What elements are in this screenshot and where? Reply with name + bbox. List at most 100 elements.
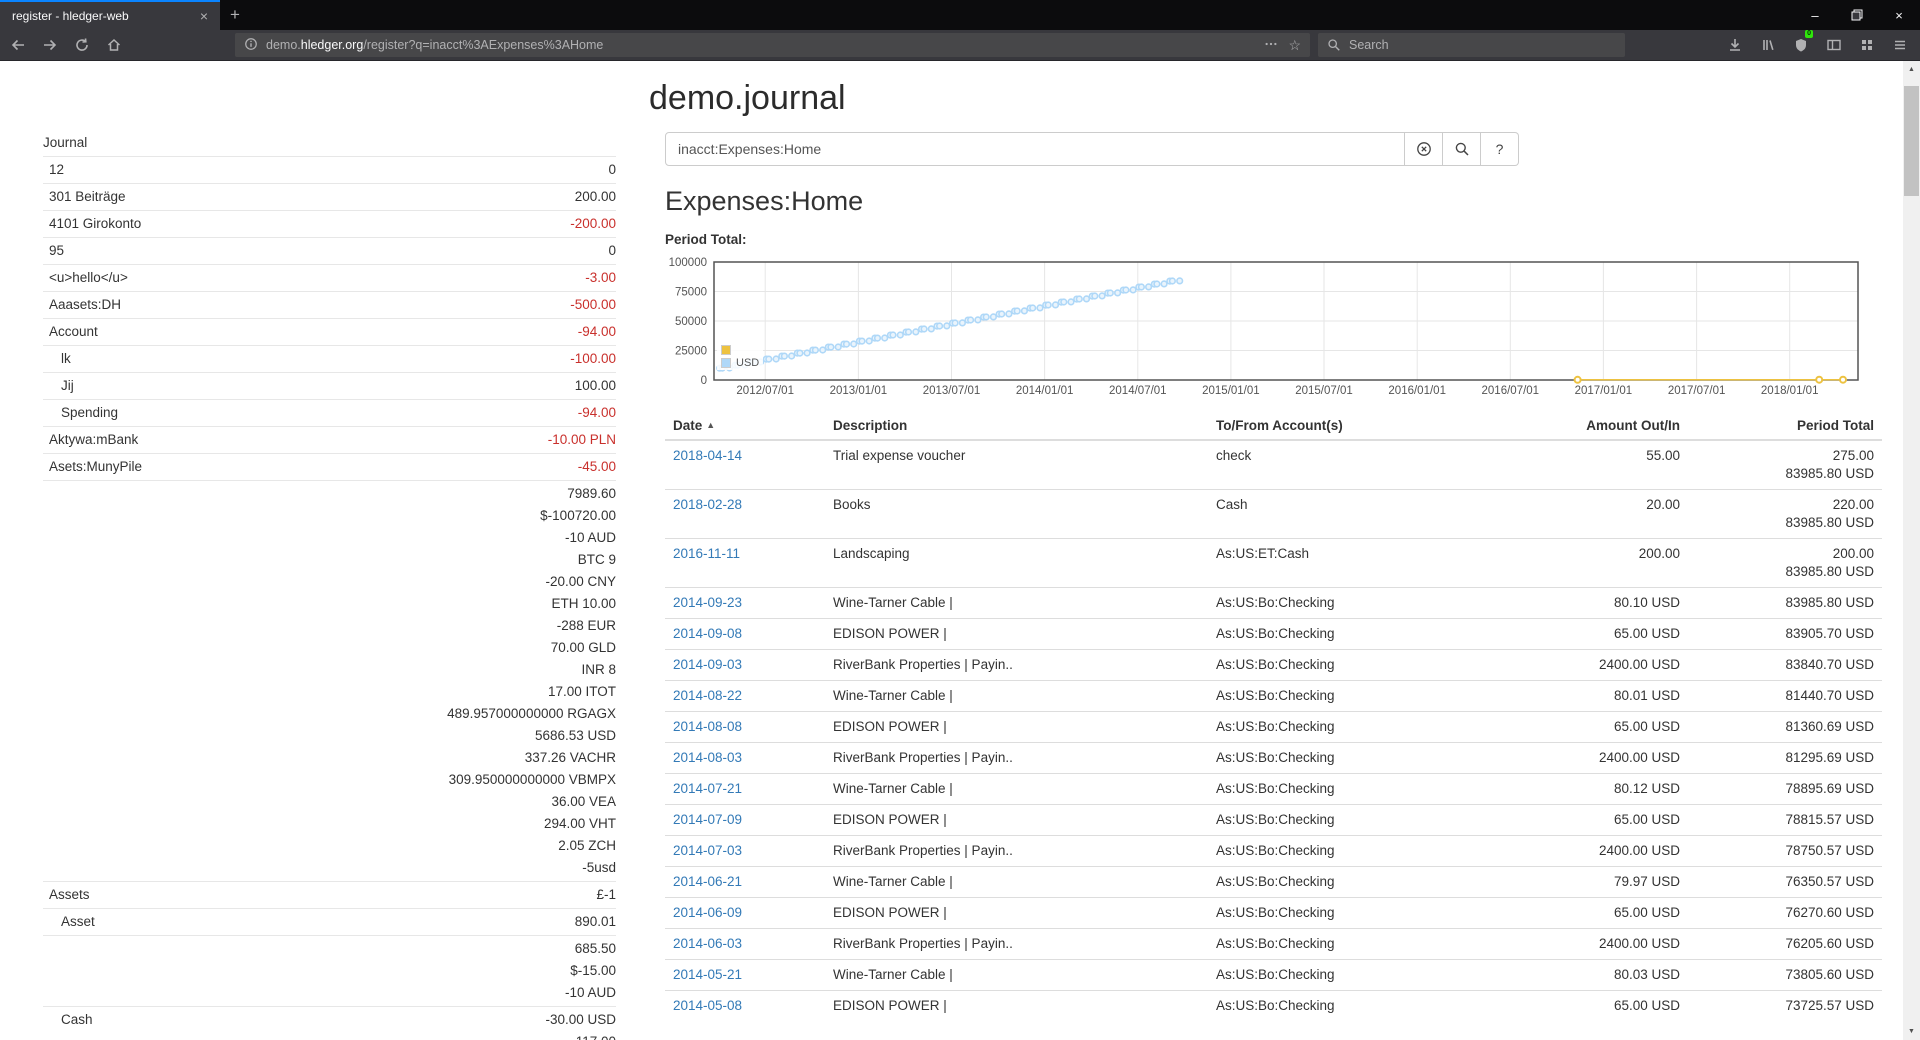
balance-line: 2.05 ZCH — [255, 835, 616, 857]
transaction-date-link[interactable]: 2014-08-08 — [673, 719, 742, 734]
sidebar-account-row: Jij 100.00 — [43, 373, 616, 400]
scrollbar-thumb[interactable] — [1904, 86, 1919, 196]
page-scrollbar[interactable]: ▲ ▼ — [1903, 61, 1920, 1040]
scroll-up-arrow[interactable]: ▲ — [1903, 61, 1920, 78]
transaction-date-link[interactable]: 2014-06-03 — [673, 936, 742, 951]
transaction-date-link[interactable]: 2016-11-11 — [673, 546, 740, 561]
column-header-amount[interactable]: Amount Out/In — [1450, 410, 1688, 440]
browser-tab[interactable]: register - hledger-web × — [0, 0, 220, 30]
transaction-date-link[interactable]: 2014-05-08 — [673, 998, 742, 1013]
site-info-icon[interactable] — [244, 37, 258, 54]
window-close-button[interactable]: × — [1878, 0, 1920, 30]
account-balance: 100.00 — [255, 373, 616, 400]
transaction-amount: 80.12 USD — [1450, 774, 1688, 805]
column-header-account[interactable]: To/From Account(s) — [1208, 410, 1450, 440]
transaction-date-link[interactable]: 2018-04-14 — [673, 448, 742, 463]
transaction-period-total: 73805.60 USD — [1688, 960, 1882, 991]
balance-line: -5usd — [255, 857, 616, 879]
library-button[interactable] — [1753, 32, 1782, 58]
period-total-line: 76270.60 USD — [1696, 904, 1874, 922]
transaction-date-link[interactable]: 2014-08-03 — [673, 750, 742, 765]
query-input[interactable] — [665, 132, 1405, 166]
transaction-date-link[interactable]: 2014-05-21 — [673, 967, 742, 982]
column-header-date[interactable]: Date▲ — [665, 410, 825, 440]
account-name-link[interactable]: Account — [49, 324, 98, 339]
account-name-link[interactable]: 12 — [49, 162, 64, 177]
transaction-amount: 2400.00 USD — [1450, 929, 1688, 960]
transaction-date-link[interactable]: 2014-07-03 — [673, 843, 742, 858]
downloads-button[interactable] — [1720, 32, 1749, 58]
period-total-line: 83905.70 USD — [1696, 625, 1874, 643]
home-button[interactable] — [100, 32, 128, 58]
clear-query-button[interactable] — [1405, 132, 1443, 166]
account-name-link[interactable]: Aktywa:mBank — [49, 432, 138, 447]
sidebar-toggle-button[interactable] — [1819, 32, 1848, 58]
balance-line: -10 AUD — [255, 982, 616, 1004]
svg-text:0: 0 — [701, 375, 707, 387]
transaction-amount: 80.10 USD — [1450, 588, 1688, 619]
transaction-date-link[interactable]: 2018-02-28 — [673, 497, 742, 512]
column-header-description[interactable]: Description — [825, 410, 1208, 440]
transaction-description: Trial expense voucher — [825, 440, 1208, 490]
transaction-amount: 80.03 USD — [1450, 960, 1688, 991]
transaction-date-link[interactable]: 2014-09-03 — [673, 657, 742, 672]
bookmark-star-icon[interactable]: ☆ — [1284, 37, 1310, 54]
tab-close-icon[interactable]: × — [196, 8, 212, 24]
sidebar-journal-link[interactable]: Journal — [43, 135, 616, 150]
transaction-date-link[interactable]: 2014-08-22 — [673, 688, 742, 703]
scroll-down-arrow[interactable]: ▼ — [1903, 1023, 1920, 1040]
register-row: 2014-07-21 Wine-Tarner Cable | As:US:Bo:… — [665, 774, 1882, 805]
transaction-period-total: 81360.69 USD — [1688, 712, 1882, 743]
screenshot-grid-button[interactable] — [1852, 32, 1881, 58]
reload-button[interactable] — [68, 32, 96, 58]
account-heading: Expenses:Home — [665, 186, 863, 217]
help-button[interactable]: ? — [1481, 132, 1519, 166]
sidebar-account-row: 12 0 — [43, 157, 616, 184]
account-name-link[interactable]: 4101 Girokonto — [49, 216, 141, 231]
transaction-account: check — [1208, 440, 1450, 490]
account-name-link[interactable]: Assets — [49, 887, 90, 902]
transaction-date-link[interactable]: 2014-07-09 — [673, 812, 742, 827]
back-button[interactable] — [4, 32, 32, 58]
sidebar-account-row: Aktywa:mBank -10.00 PLN — [43, 427, 616, 454]
register-row: 2014-07-03 RiverBank Properties | Payin.… — [665, 836, 1882, 867]
new-tab-button[interactable]: + — [220, 0, 250, 30]
account-name-link[interactable]: Spending — [61, 405, 118, 420]
search-bar[interactable]: Search — [1318, 33, 1625, 57]
column-header-period-total[interactable]: Period Total — [1688, 410, 1882, 440]
forward-button[interactable] — [36, 32, 64, 58]
account-name-link[interactable]: 95 — [49, 243, 64, 258]
period-total-line: 83985.80 USD — [1696, 594, 1874, 612]
window-restore-button[interactable] — [1836, 0, 1878, 30]
period-total-line: 81440.70 USD — [1696, 687, 1874, 705]
account-name-link[interactable]: <u>hello</u> — [49, 270, 128, 285]
window-minimize-button[interactable]: – — [1794, 0, 1836, 30]
transaction-date-link[interactable]: 2014-09-08 — [673, 626, 742, 641]
transaction-date-link[interactable]: 2014-06-21 — [673, 874, 742, 889]
transaction-account: As:US:Bo:Checking — [1208, 681, 1450, 712]
account-name-link[interactable]: 301 Beiträge — [49, 189, 126, 204]
transaction-date-link[interactable]: 2014-09-23 — [673, 595, 742, 610]
balance-line: $-15.00 — [255, 960, 616, 982]
account-name-link[interactable]: lk — [61, 351, 71, 366]
url-bar[interactable]: demo.hledger.org/register?q=inacct%3AExp… — [235, 33, 1310, 57]
svg-text:2015/01/01: 2015/01/01 — [1202, 385, 1260, 397]
transaction-date-link[interactable]: 2014-06-09 — [673, 905, 742, 920]
legend-label: USD — [736, 357, 759, 369]
account-name-link[interactable]: Asset — [61, 914, 95, 929]
transaction-date-link[interactable]: 2014-07-21 — [673, 781, 742, 796]
menu-button[interactable] — [1885, 32, 1914, 58]
account-name-link[interactable]: Cash — [61, 1012, 93, 1027]
balance-line: -10.00 PLN — [255, 429, 616, 451]
adblock-extension-button[interactable]: 0 — [1786, 32, 1815, 58]
submit-search-button[interactable] — [1443, 132, 1481, 166]
period-total-line: 200.00 — [1696, 545, 1874, 563]
account-name-link[interactable]: Asets:MunyPile — [49, 459, 142, 474]
page-actions-icon[interactable] — [1258, 37, 1284, 54]
period-total-label: Period Total: — [665, 232, 747, 247]
account-name-link[interactable]: Jij — [61, 378, 74, 393]
transaction-description: EDISON POWER | — [825, 991, 1208, 1022]
transaction-account: As:US:Bo:Checking — [1208, 619, 1450, 650]
account-name-link[interactable]: Aaasets:DH — [49, 297, 121, 312]
account-balance: -200.00 — [255, 211, 616, 238]
